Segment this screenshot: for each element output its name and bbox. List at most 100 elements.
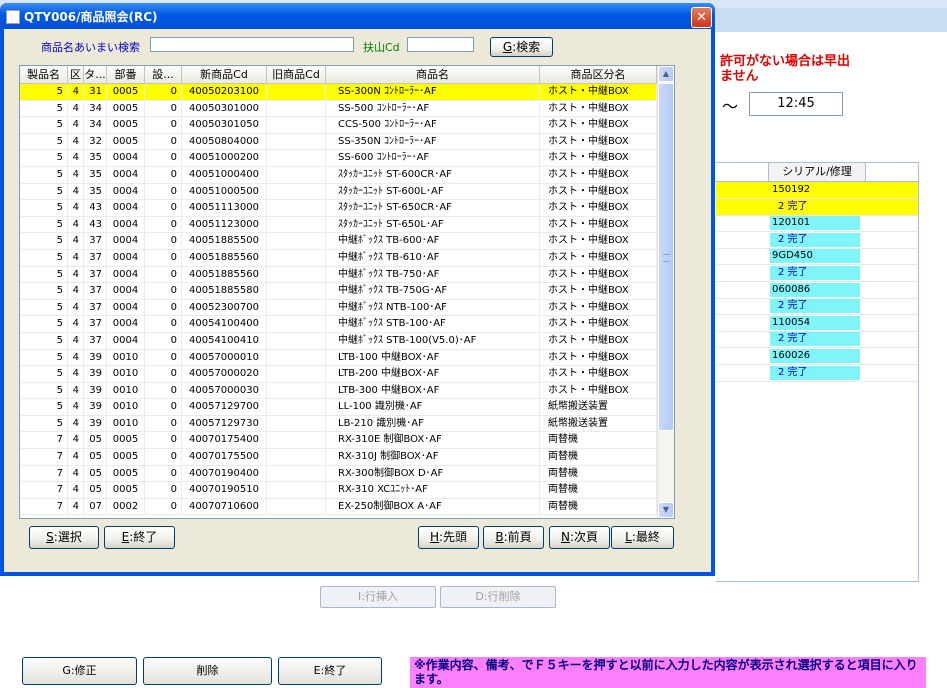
cell-setting: 0 <box>145 117 182 134</box>
serial-number-cell: 150192 <box>772 184 811 195</box>
search-button[interactable]: G:検索 <box>490 37 553 57</box>
cell-new-product-code: 40052300700 <box>182 299 267 316</box>
work-grid-row[interactable]: 160026 <box>716 348 918 365</box>
table-row[interactable]: 5 4 31 0005 0 40050203100 SS-300N ｺﾝﾄﾛｰﾗｰ･AF ホス… <box>20 84 657 101</box>
close-icon[interactable]: ✕ <box>691 7 712 28</box>
table-row[interactable]: 5 4 35 0004 0 40051000400 ｽﾀｯｶｰﾕﾆｯﾄ ST-600CR･A… <box>20 166 657 184</box>
dialog-titlebar[interactable]: QTY006/商品照会(RC) ✕ <box>0 3 715 29</box>
cell-product-series: 5 <box>20 283 68 300</box>
cell-category: 4 <box>68 266 84 283</box>
table-row[interactable]: 5 4 32 0005 0 40050804000 SS-350N ｺﾝﾄﾛｰﾗｰ･AF ホス… <box>20 133 657 151</box>
cell-new-product-code: 40057129700 <box>182 399 267 416</box>
table-row[interactable]: 5 4 37 0004 0 40054100400 中継ﾎﾞｯｸｽ STB-100･AF ホス… <box>20 316 657 333</box>
cell-product-category-name: 両替機 <box>540 482 657 499</box>
cell-product-series: 5 <box>20 133 68 150</box>
cell-product-series: 5 <box>20 84 68 100</box>
work-grid-row[interactable]: 2 完了 <box>716 232 918 249</box>
cell-part-no: 0004 <box>107 332 145 349</box>
table-row[interactable]: 5 4 37 0004 0 40051885500 中継ﾎﾞｯｸｽ TB-600･AF ホスト… <box>20 233 657 250</box>
table-row[interactable]: 5 4 34 0005 0 40050301050 CCS-500 ｺﾝﾄﾛｰﾗｰ･AF ホス… <box>20 117 657 134</box>
product-name-search-input[interactable] <box>150 37 354 52</box>
column-header-type[interactable]: タ... <box>84 66 107 83</box>
column-header-setting[interactable]: 設... <box>145 66 182 83</box>
table-row[interactable]: 5 4 43 0004 0 40051123000 ｽﾀｯｶｰﾕﾆｯﾄ ST-650L･AF… <box>20 216 657 234</box>
cell-product-category-name: 紙幣搬送装置 <box>540 399 657 416</box>
column-header-product-name[interactable]: 商品名 <box>326 66 540 83</box>
time-field[interactable]: 12:45 <box>749 92 843 116</box>
table-row[interactable]: 5 4 35 0004 0 40051000500 ｽﾀｯｶｰﾕﾆｯﾄ ST-600L･AF… <box>20 183 657 201</box>
work-grid-row[interactable]: 2 完了 <box>716 298 918 316</box>
cell-product-category-name: ホスト・中継BOX <box>540 183 657 200</box>
dialog-end-button[interactable]: E:終了 <box>104 526 175 549</box>
first-page-button[interactable]: H:先頭 <box>418 526 479 549</box>
work-grid-row[interactable]: 150192 <box>716 182 918 199</box>
column-header-product-series[interactable]: 製品名 <box>20 66 68 83</box>
table-row[interactable]: 5 4 39 0010 0 40057129730 LB-210 識別機･AF 紙幣搬送装置 <box>20 415 657 433</box>
cell-old-product-code <box>267 482 326 499</box>
cell-old-product-code <box>267 133 326 150</box>
table-row[interactable]: 5 4 37 0004 0 40051885560 中継ﾎﾞｯｸｽ TB-610･AF ホスト… <box>20 249 657 267</box>
prev-button-key: B <box>495 530 504 544</box>
last-page-button[interactable]: L:最終 <box>611 526 674 549</box>
cell-setting: 0 <box>145 100 182 117</box>
code-input[interactable] <box>407 37 474 52</box>
table-row[interactable]: 7 4 05 0005 0 40070175500 RX-310J 制御BOX･AF 両替機 <box>20 449 657 466</box>
delete-button[interactable]: 削除 <box>143 657 272 685</box>
cell-type: 37 <box>84 316 107 333</box>
work-grid-row[interactable]: 120101 <box>716 215 918 233</box>
cell-new-product-code: 40051885560 <box>182 249 267 266</box>
table-row[interactable]: 5 4 39 0010 0 40057000030 LTB-300 中継BOX･AF ホスト・… <box>20 382 657 400</box>
work-grid-row[interactable]: 2 完了 <box>716 198 918 216</box>
work-grid-row[interactable]: 2 完了 <box>716 331 918 349</box>
work-grid-row[interactable]: 9GD450 <box>716 248 918 266</box>
next-page-button[interactable]: N:次頁 <box>549 526 610 549</box>
cell-new-product-code: 40070175400 <box>182 432 267 449</box>
column-header-part-no[interactable]: 部番 <box>107 66 145 83</box>
select-button[interactable]: S:選択 <box>29 526 99 549</box>
column-header-old-product-code[interactable]: 旧商品Cd <box>267 66 326 83</box>
table-row[interactable]: 5 4 39 0010 0 40057000020 LTB-200 中継BOX･AF ホスト・… <box>20 366 657 383</box>
work-grid-row[interactable]: 2 完了 <box>716 265 918 282</box>
table-row[interactable]: 5 4 34 0005 0 40050301000 SS-500 ｺﾝﾄﾛｰﾗｰ･AF ホスト… <box>20 100 657 118</box>
grid-vertical-scrollbar[interactable]: ▲ ▼ <box>657 66 674 518</box>
table-row[interactable]: 5 4 39 0010 0 40057129700 LL-100 識別機･AF 紙幣搬送装置 <box>20 399 657 416</box>
table-row[interactable]: 7 4 05 0005 0 40070190510 RX-310 XCﾕﾆｯﾄ･AF 両替機 <box>20 482 657 499</box>
first-button-key: H <box>429 530 439 544</box>
column-header-new-product-code[interactable]: 新商品Cd <box>182 66 267 83</box>
table-row[interactable]: 7 4 05 0005 0 40070175400 RX-310E 制御BOX･AF 両替機 <box>20 432 657 450</box>
work-grid-row[interactable]: 2 完了 <box>716 365 918 382</box>
table-row[interactable]: 5 4 43 0004 0 40051113000 ｽﾀｯｶｰﾕﾆｯﾄ ST-650CR･A… <box>20 200 657 217</box>
main-end-button[interactable]: E:終了 <box>278 657 382 685</box>
column-header-serial-repair[interactable]: シリアル/修理 <box>768 163 866 181</box>
cell-setting: 0 <box>145 216 182 233</box>
cell-type: 34 <box>84 117 107 134</box>
column-header-product-category-name[interactable]: 商品区分名 <box>540 66 657 83</box>
cell-type: 39 <box>84 399 107 416</box>
insert-row-button[interactable]: I:行挿入 <box>320 586 436 608</box>
cell-product-category-name: ホスト・中継BOX <box>540 349 657 366</box>
table-row[interactable]: 5 4 37 0004 0 40054100410 中継ﾎﾞｯｸｽ STB-100(V5.0… <box>20 332 657 350</box>
cell-new-product-code: 40050203100 <box>182 84 267 100</box>
cell-product-name: LL-100 識別機･AF <box>326 399 540 416</box>
prev-button-label: :前頁 <box>503 530 532 544</box>
cell-part-no: 0005 <box>107 449 145 466</box>
work-grid-row[interactable]: 060086 <box>716 282 918 299</box>
cell-product-name: RX-310J 制御BOX･AF <box>326 449 540 466</box>
table-row[interactable]: 7 4 07 0002 0 40070710600 EX-250制御BOX A･AF 両替機 <box>20 498 657 516</box>
cell-setting: 0 <box>145 133 182 150</box>
cell-type: 39 <box>84 415 107 432</box>
table-row[interactable]: 7 4 05 0005 0 40070190400 RX-300制御BOX D･AF 両替機 <box>20 465 657 483</box>
scroll-up-arrow-icon[interactable]: ▲ <box>658 66 674 82</box>
scroll-down-arrow-icon[interactable]: ▼ <box>658 502 674 518</box>
prev-page-button[interactable]: B:前頁 <box>483 526 544 549</box>
table-row[interactable]: 5 4 35 0004 0 40051000200 SS-600 ｺﾝﾄﾛｰﾗｰ･AF ホスト… <box>20 150 657 167</box>
table-row[interactable]: 5 4 39 0010 0 40057000010 LTB-100 中継BOX･AF ホスト・… <box>20 349 657 367</box>
modify-button[interactable]: G:修正 <box>22 657 137 685</box>
table-row[interactable]: 5 4 37 0004 0 40051885560 中継ﾎﾞｯｸｽ TB-750･AF ホスト… <box>20 266 657 284</box>
table-row[interactable]: 5 4 37 0004 0 40052300700 中継ﾎﾞｯｸｽ NTB-100･AF ホス… <box>20 299 657 317</box>
scrollbar-thumb[interactable] <box>658 83 674 431</box>
delete-row-button[interactable]: D:行削除 <box>440 586 556 608</box>
work-grid-row[interactable]: 110054 <box>716 315 918 332</box>
table-row[interactable]: 5 4 37 0004 0 40051885580 中継ﾎﾞｯｸｽ TB-750G･AF ホス… <box>20 283 657 300</box>
column-header-category[interactable]: 区 <box>68 66 84 83</box>
